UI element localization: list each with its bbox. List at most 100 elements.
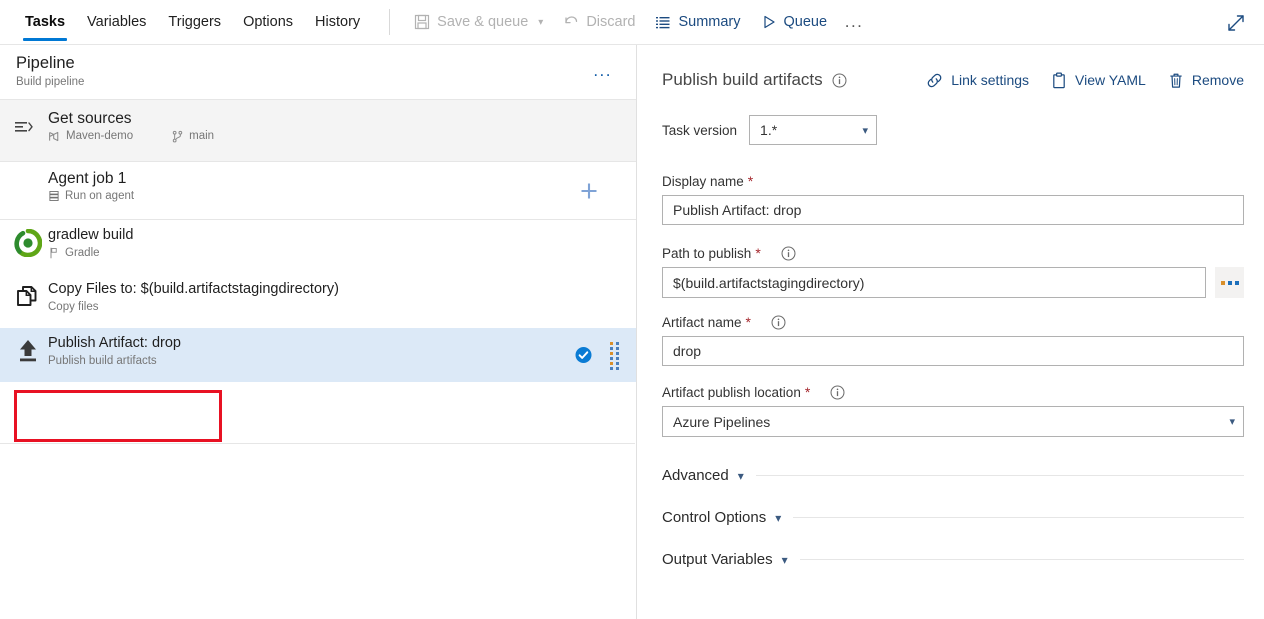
task-sub-publish-artifact: Publish build artifacts (48, 355, 620, 367)
task-item-gradlew-build[interactable]: gradlew build Gradle (0, 220, 636, 274)
section-control-options-label: Control Options (662, 509, 766, 526)
task-info-icon[interactable] (832, 73, 847, 88)
repo-meta: Maven-demo (48, 130, 133, 143)
artifact-name-input[interactable]: drop (662, 336, 1244, 366)
artifact-publish-location-value: Azure Pipelines (673, 414, 1223, 430)
section-control-options[interactable]: Control Options ▾ (662, 509, 1244, 526)
publish-icon-wrap (14, 335, 48, 365)
task-version-field: Task version 1.* ▾ (662, 115, 1244, 145)
task-item-copy-files[interactable]: Copy Files to: $(build.artifactstagingdi… (0, 274, 636, 328)
path-to-publish-input[interactable]: $(build.artifactstagingdirectory) (662, 267, 1206, 298)
path-to-publish-info-icon[interactable] (781, 246, 796, 261)
link-settings-button[interactable]: Link settings (926, 72, 1029, 89)
tab-triggers-label: Triggers (168, 14, 221, 30)
trash-icon (1168, 72, 1184, 89)
display-name-input[interactable]: Publish Artifact: drop (662, 195, 1244, 225)
task-item-publish-artifact[interactable]: Publish Artifact: drop Publish build art… (0, 328, 636, 382)
selection-annotation-box (14, 390, 222, 442)
tab-options[interactable]: Options (232, 0, 304, 45)
chevron-down-icon: ▾ (1223, 415, 1235, 428)
chevron-down-icon: ▾ (738, 469, 744, 483)
section-divider (793, 517, 1244, 518)
save-icon (414, 14, 430, 30)
link-settings-label: Link settings (951, 72, 1029, 88)
artifact-name-field: Artifact name * drop (662, 314, 1244, 366)
section-output-variables-label: Output Variables (662, 551, 773, 568)
remove-label: Remove (1192, 72, 1244, 88)
gradle-icon-wrap (14, 227, 48, 257)
display-name-label-row: Display name * (662, 173, 1244, 189)
get-sources-title: Get sources (48, 109, 620, 128)
agent-job-icon-wrap (14, 185, 48, 187)
agent-job-subtitle: Run on agent (65, 190, 134, 202)
tab-history[interactable]: History (304, 0, 371, 45)
sources-list-icon (14, 117, 34, 137)
section-output-variables[interactable]: Output Variables ▾ (662, 551, 1244, 568)
get-sources-icon-wrap (14, 115, 48, 137)
view-yaml-label: View YAML (1075, 72, 1146, 88)
task-sub-copy-files: Copy files (48, 301, 620, 313)
azure-pipelines-editor: Tasks Variables Triggers Options History (0, 0, 1264, 619)
branch-meta: main (171, 130, 214, 143)
artifact-publish-location-info-icon[interactable] (830, 385, 845, 400)
artifact-publish-location-required: * (805, 384, 810, 400)
remove-button[interactable]: Remove (1168, 72, 1244, 89)
artifact-publish-location-select[interactable]: Azure Pipelines ▾ (662, 406, 1244, 437)
artifact-name-value: drop (673, 343, 701, 359)
path-browse-button[interactable] (1215, 267, 1244, 298)
toolbar-overflow-label: ... (845, 12, 864, 32)
artifact-name-label-row: Artifact name * (662, 314, 1244, 330)
artifact-publish-location-label-row: Artifact publish location * (662, 384, 1244, 400)
task-details-pane: Publish build artifacts Link s (638, 45, 1264, 619)
view-yaml-button[interactable]: View YAML (1051, 72, 1146, 89)
summary-button[interactable]: Summary (645, 0, 750, 45)
top-toolbar: Tasks Variables Triggers Options History (0, 0, 1264, 45)
get-sources-meta: Maven-demo main (48, 130, 620, 143)
display-name-label: Display name (662, 174, 744, 189)
pipeline-header[interactable]: Pipeline Build pipeline ... (0, 45, 636, 100)
tab-bar: Tasks Variables Triggers Options History (0, 0, 371, 45)
tab-variables[interactable]: Variables (76, 0, 157, 45)
agent-job-title: Agent job 1 (48, 169, 620, 188)
task-drag-handle[interactable] (610, 342, 620, 368)
tab-triggers[interactable]: Triggers (157, 0, 232, 45)
pipeline-overflow-button[interactable]: ... (593, 61, 612, 81)
chevron-down-icon: ▾ (775, 511, 781, 525)
display-name-value: Publish Artifact: drop (673, 202, 801, 218)
task-subtitle-publish-artifact: Publish build artifacts (48, 355, 157, 367)
agent-job-meta: Run on agent (48, 190, 620, 202)
add-task-button[interactable] (578, 180, 600, 202)
task-version-select[interactable]: 1.* ▾ (749, 115, 877, 145)
tab-history-label: History (315, 14, 360, 30)
expand-fullscreen-button[interactable] (1224, 11, 1248, 35)
section-advanced[interactable]: Advanced ▾ (662, 467, 1244, 484)
task-title-gradlew-build: gradlew build (48, 226, 620, 245)
tab-tasks-label: Tasks (25, 14, 65, 30)
summary-label: Summary (678, 15, 740, 30)
toolbar-overflow-button[interactable]: ... (837, 0, 871, 45)
chevron-down-icon: ▾ (857, 124, 869, 137)
task-details-header: Publish build artifacts Link s (662, 63, 1244, 97)
agent-job-text: Agent job 1 Run on ag (48, 169, 620, 202)
save-and-queue-button[interactable]: Save & queue ▾ (404, 0, 553, 45)
tab-tasks[interactable]: Tasks (14, 0, 76, 45)
task-title-copy-files: Copy Files to: $(build.artifactstagingdi… (48, 280, 620, 299)
server-agent-icon (48, 190, 60, 202)
browse-dot-1 (1221, 281, 1225, 285)
plus-icon (578, 180, 600, 202)
tree-item-agent-job[interactable]: Agent job 1 Run on ag (0, 162, 636, 220)
queue-button[interactable]: Queue (751, 0, 838, 45)
undo-icon (563, 14, 579, 30)
copy-files-icon (14, 284, 40, 310)
pipeline-overflow-label: ... (593, 61, 612, 80)
section-advanced-label: Advanced (662, 467, 729, 484)
section-divider (756, 475, 1244, 476)
flag-icon (48, 247, 60, 259)
artifact-name-info-icon[interactable] (771, 315, 786, 330)
artifact-name-label: Artifact name (662, 315, 742, 330)
tree-item-get-sources[interactable]: Get sources Maven-demo (0, 100, 636, 162)
tab-options-label: Options (243, 14, 293, 30)
copy-files-icon-wrap (14, 282, 48, 310)
toolbar-divider (389, 9, 390, 35)
discard-button[interactable]: Discard (553, 0, 645, 45)
